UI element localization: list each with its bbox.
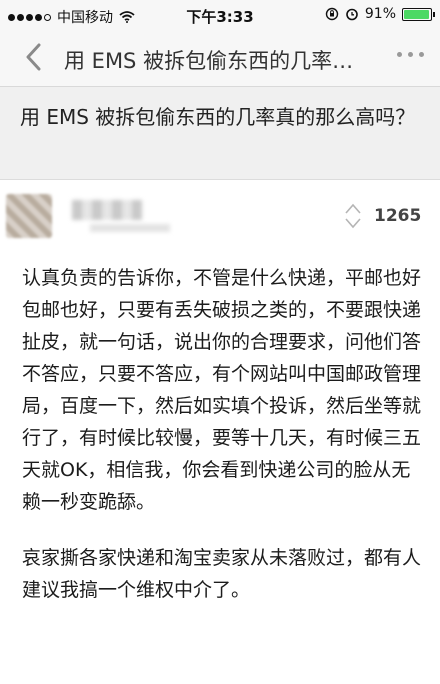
battery-icon xyxy=(402,7,435,21)
back-icon xyxy=(26,43,41,71)
alarm-icon xyxy=(346,8,358,21)
battery-percent: 91% xyxy=(364,6,396,22)
author-bio-blurred xyxy=(90,224,170,232)
more-button[interactable] xyxy=(397,52,424,57)
more-icon xyxy=(397,52,402,57)
answer-body: 认真负责的告诉你，不管是什么快递，平邮也好包邮也好，只要有丢失破损之类的，不要跟… xyxy=(22,262,422,630)
lock-rotation-icon xyxy=(325,7,339,21)
status-bar: 中国移动 下午3:33 91% xyxy=(0,0,440,30)
author-row: 1265 xyxy=(0,180,440,250)
author-name-blurred[interactable] xyxy=(72,200,142,220)
answer-paragraph: 哀家撕各家快递和淘宝卖家从未落败过，都有人建议我搞一个维权中介了。 xyxy=(22,547,422,601)
vote-icon[interactable] xyxy=(344,200,362,232)
nav-title: 用 EMS 被拆包偷东西的几率… xyxy=(64,49,354,73)
battery-level-fill xyxy=(404,9,430,19)
status-right: 91% xyxy=(325,6,435,22)
vote-count: 1265 xyxy=(374,206,422,226)
nav-bar: 用 EMS 被拆包偷东西的几率… xyxy=(0,30,440,87)
answer-paragraph: 认真负责的告诉你，不管是什么快递，平邮也好包邮也好，只要有丢失破损之类的，不要跟… xyxy=(22,267,422,513)
question-header[interactable]: 用 EMS 被拆包偷东西的几率真的那么高吗？ xyxy=(0,87,440,180)
question-title: 用 EMS 被拆包偷东西的几率真的那么高吗？ xyxy=(20,105,416,129)
avatar[interactable] xyxy=(6,194,52,238)
back-button[interactable] xyxy=(18,42,48,72)
